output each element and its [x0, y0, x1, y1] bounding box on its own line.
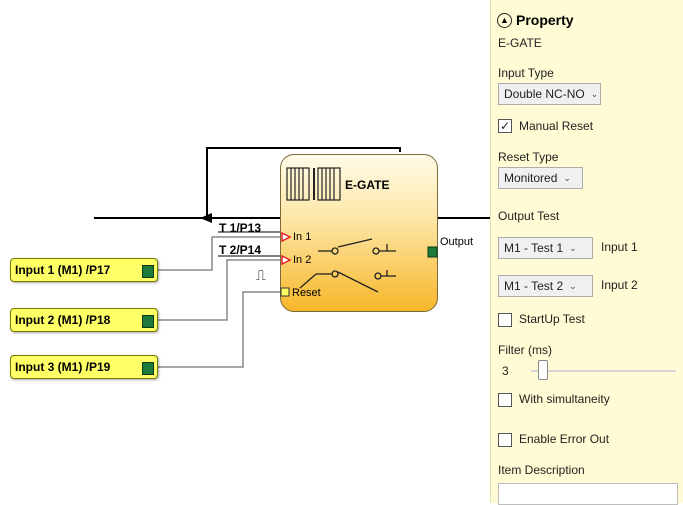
item-description-input[interactable] [498, 483, 678, 505]
test2-select[interactable]: M1 - Test 2 ⌄ [498, 275, 593, 297]
test1-value: M1 - Test 1 [504, 241, 564, 255]
enable-error-out-label: Enable Error Out [519, 432, 610, 446]
chevron-down-icon: ⌄ [590, 88, 599, 99]
item-description-label: Item Description [498, 463, 585, 477]
property-title: Property [516, 12, 574, 28]
chevron-down-icon: ⌄ [569, 242, 577, 253]
input-block-2[interactable]: Input 2 (M1) /P18 [10, 308, 158, 332]
t1-label: T 1/P13 [219, 221, 262, 235]
t2-label: T 2/P14 [219, 243, 262, 257]
in2-label: In 2 [293, 254, 312, 266]
property-panel: ▲ Property E-GATE Input Type Double NC-N… [490, 0, 683, 505]
startup-test-checkbox[interactable] [498, 313, 512, 327]
contact-symbol-1 [318, 238, 396, 255]
output-terminal[interactable] [142, 315, 154, 328]
reset-type-value: Monitored [504, 171, 558, 185]
reset-pin [280, 287, 290, 297]
reset-pulse-icon: ⎍ [256, 268, 266, 284]
block-name: E-GATE [498, 36, 542, 50]
filter-label: Filter (ms) [498, 343, 552, 357]
output-label: Output [440, 236, 474, 248]
simultaneity-label: With simultaneity [519, 392, 610, 406]
startup-test-label: StartUp Test [519, 312, 585, 326]
test2-value: M1 - Test 2 [504, 279, 564, 293]
in1-label: In 1 [293, 231, 312, 243]
test1-input-label: Input 1 [601, 240, 638, 254]
filter-value: 3 [502, 364, 509, 378]
input1-wire [155, 236, 280, 271]
manual-reset-checkbox[interactable]: ✓ [498, 119, 512, 133]
reset-label: Reset [292, 287, 321, 299]
input-type-label: Input Type [498, 66, 554, 80]
simultaneity-checkbox[interactable] [498, 393, 512, 407]
gate-icon [286, 167, 341, 201]
reset-type-label: Reset Type [498, 150, 559, 164]
input-label: Input 2 (M1) /P18 [15, 313, 111, 327]
input-label: Input 1 (M1) /P17 [15, 263, 111, 277]
enable-error-out-checkbox[interactable] [498, 433, 512, 447]
input-type-value: Double NC-NO [504, 87, 585, 101]
in2-pin [281, 254, 292, 266]
input-block-3[interactable]: Input 3 (M1) /P19 [10, 355, 158, 379]
chevron-down-icon: ⌄ [569, 280, 577, 291]
property-header[interactable]: ▲ Property [497, 12, 574, 28]
output-terminal[interactable] [142, 362, 154, 375]
in1-pin [281, 231, 292, 243]
input-type-select[interactable]: Double NC-NO ⌄ [498, 83, 601, 105]
chevron-up-circle-icon[interactable]: ▲ [497, 12, 512, 28]
test2-input-label: Input 2 [601, 278, 638, 292]
chevron-down-icon: ⌄ [563, 172, 571, 183]
input-block-1[interactable]: Input 1 (M1) /P17 [10, 258, 158, 282]
diagram-canvas[interactable]: Input 1 (M1) /P17 Input 2 (M1) /P18 Inpu… [0, 0, 490, 503]
output-test-label: Output Test [498, 209, 560, 223]
egate-title: E-GATE [345, 178, 390, 192]
reset-type-select[interactable]: Monitored ⌄ [498, 167, 583, 189]
output-pin [427, 246, 438, 258]
input3-wire [155, 291, 280, 368]
filter-slider-track[interactable] [531, 370, 676, 372]
output-terminal[interactable] [142, 265, 154, 278]
input-label: Input 3 (M1) /P19 [15, 360, 111, 374]
filter-slider-thumb[interactable] [538, 360, 548, 380]
manual-reset-label: Manual Reset [519, 119, 594, 133]
test1-select[interactable]: M1 - Test 1 ⌄ [498, 237, 593, 259]
